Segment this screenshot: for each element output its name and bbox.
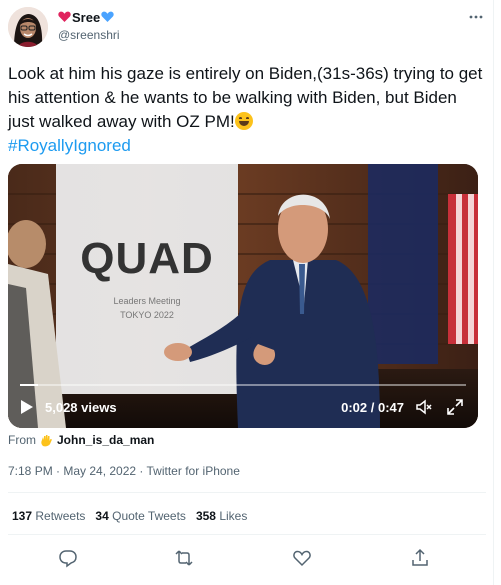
view-count: 5,028 views: [45, 400, 117, 415]
engagement-stats: 137 Retweets 34 Quote Tweets 358 Likes: [12, 509, 247, 523]
mute-icon[interactable]: [415, 398, 433, 416]
red-heart-icon: [58, 11, 71, 25]
tweet-card: Sree @sreenshri Look at him his gaze is …: [0, 0, 494, 585]
likes-stat[interactable]: 358 Likes: [196, 509, 247, 523]
divider: [8, 492, 486, 493]
reply-icon[interactable]: [58, 548, 78, 568]
like-icon[interactable]: [292, 548, 312, 568]
share-icon[interactable]: [410, 548, 430, 568]
video-player[interactable]: QUAD Leaders Meeting TOKYO 2022 5,028 vi…: [8, 164, 478, 428]
likes-count: 358: [195, 509, 216, 523]
display-name-row[interactable]: Sree: [58, 10, 114, 25]
source-prefix: From: [8, 433, 36, 447]
hashtag-link[interactable]: #RoyallyIgnored: [8, 136, 131, 155]
banner-subtitle: Leaders Meeting: [113, 296, 181, 306]
tweet-header: Sree @sreenshri: [8, 7, 486, 47]
likes-label: Likes: [219, 509, 248, 523]
divider: [8, 534, 486, 535]
play-icon[interactable]: [20, 399, 34, 415]
quotes-label: Quote Tweets: [112, 509, 186, 523]
banner-location: TOKYO 2022: [120, 310, 174, 320]
action-bar: [8, 548, 486, 568]
retweets-count: 137: [12, 509, 33, 523]
retweets-stat[interactable]: 137 Retweets: [12, 509, 85, 523]
tweet-body: Look at him his gaze is entirely on Bide…: [8, 62, 486, 158]
banner-text-group: QUAD Leaders Meeting TOKYO 2022: [56, 234, 238, 320]
source-name[interactable]: John_is_da_man: [57, 433, 154, 447]
video-controls: 5,028 views 0:02 / 0:47: [20, 396, 466, 418]
quotes-stat[interactable]: 34 Quote Tweets: [95, 509, 186, 523]
tweet-timestamp[interactable]: 7:18 PM · May 24, 2022 · Twitter for iPh…: [8, 464, 240, 478]
blue-heart-icon: [101, 11, 114, 25]
raised-hand-icon: [40, 434, 53, 447]
retweet-icon[interactable]: [174, 548, 194, 568]
video-time: 0:02 / 0:47: [341, 400, 404, 415]
video-progress-fill: [20, 384, 38, 386]
video-source: From John_is_da_man: [8, 433, 154, 447]
video-progress-bar[interactable]: [20, 384, 466, 386]
quotes-count: 34: [95, 509, 109, 523]
grinning-squinting-face-emoji: [234, 112, 253, 130]
retweets-label: Retweets: [35, 509, 86, 523]
user-handle[interactable]: @sreenshri: [58, 28, 120, 42]
fullscreen-icon[interactable]: [446, 398, 464, 416]
avatar[interactable]: [8, 7, 48, 47]
display-name: Sree: [72, 10, 101, 25]
ellipsis-icon[interactable]: [468, 9, 484, 28]
banner-title: QUAD: [80, 234, 214, 283]
